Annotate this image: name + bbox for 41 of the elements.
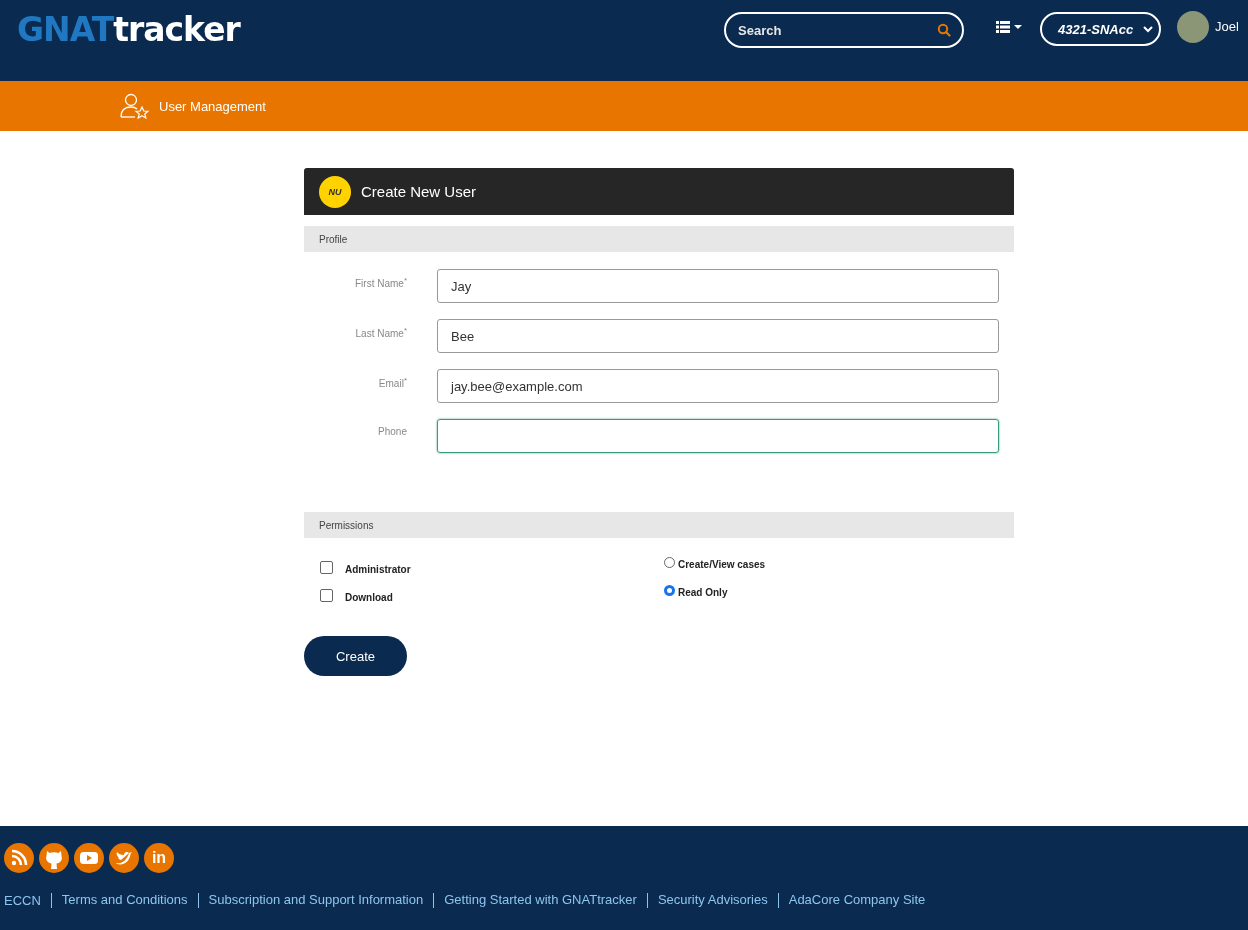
list-menu-icon[interactable]	[996, 20, 1024, 34]
logo-text: tracker	[113, 10, 240, 49]
footer-link[interactable]: Getting Started with GNATtracker	[433, 893, 637, 908]
footer-link[interactable]: Security Advisories	[646, 893, 768, 908]
checkbox[interactable]	[320, 561, 333, 574]
play-icon[interactable]	[74, 843, 104, 873]
cat-icon[interactable]	[39, 843, 69, 873]
rss-icon[interactable]	[4, 843, 34, 873]
field-label: Last Name$^{*}$	[354, 325, 407, 342]
search-icon	[937, 23, 951, 37]
input-field[interactable]: jay.bee@example.com	[437, 369, 999, 403]
user-name[interactable]: Joel	[1215, 19, 1239, 34]
radio-button[interactable]	[664, 557, 675, 568]
initials-badge: NU	[319, 175, 351, 208]
radio-button[interactable]	[664, 585, 675, 596]
footer-link[interactable]: ECCN	[4, 893, 41, 908]
input-field[interactable]: Bee	[437, 319, 999, 353]
field-label: Email$^{*}$	[377, 375, 407, 392]
avatar[interactable]	[1177, 11, 1209, 43]
field-label: Phone	[377, 425, 407, 439]
account-select[interactable]: 4321-SNAcc	[1040, 12, 1161, 46]
checkbox-label: Administrator	[345, 563, 411, 575]
card-title: Create New User	[361, 183, 477, 200]
logo-text: GNAT	[17, 10, 114, 49]
bird-icon[interactable]	[109, 843, 139, 873]
footer-link[interactable]: Subscription and Support Information	[197, 893, 424, 908]
search-field[interactable]: Search	[724, 12, 964, 48]
footer-link[interactable]: AdaCore Company Site	[777, 893, 926, 908]
radio-label: Read Only	[678, 586, 728, 598]
input-field[interactable]: Jay	[437, 269, 999, 303]
section-title: Permissions	[319, 519, 374, 531]
user-star-icon	[120, 93, 150, 119]
footer-link[interactable]: Terms and Conditions	[50, 893, 188, 908]
chevron-icon	[1143, 25, 1153, 33]
create-button[interactable]: Create	[304, 636, 407, 676]
checkbox[interactable]	[320, 589, 333, 602]
checkbox-label: Download	[345, 591, 393, 603]
input-field[interactable]	[437, 419, 999, 453]
section-title: Profile	[319, 233, 348, 245]
field-label: First Name$^{*}$	[353, 275, 407, 292]
radio-label: Create/View cases	[678, 558, 766, 570]
